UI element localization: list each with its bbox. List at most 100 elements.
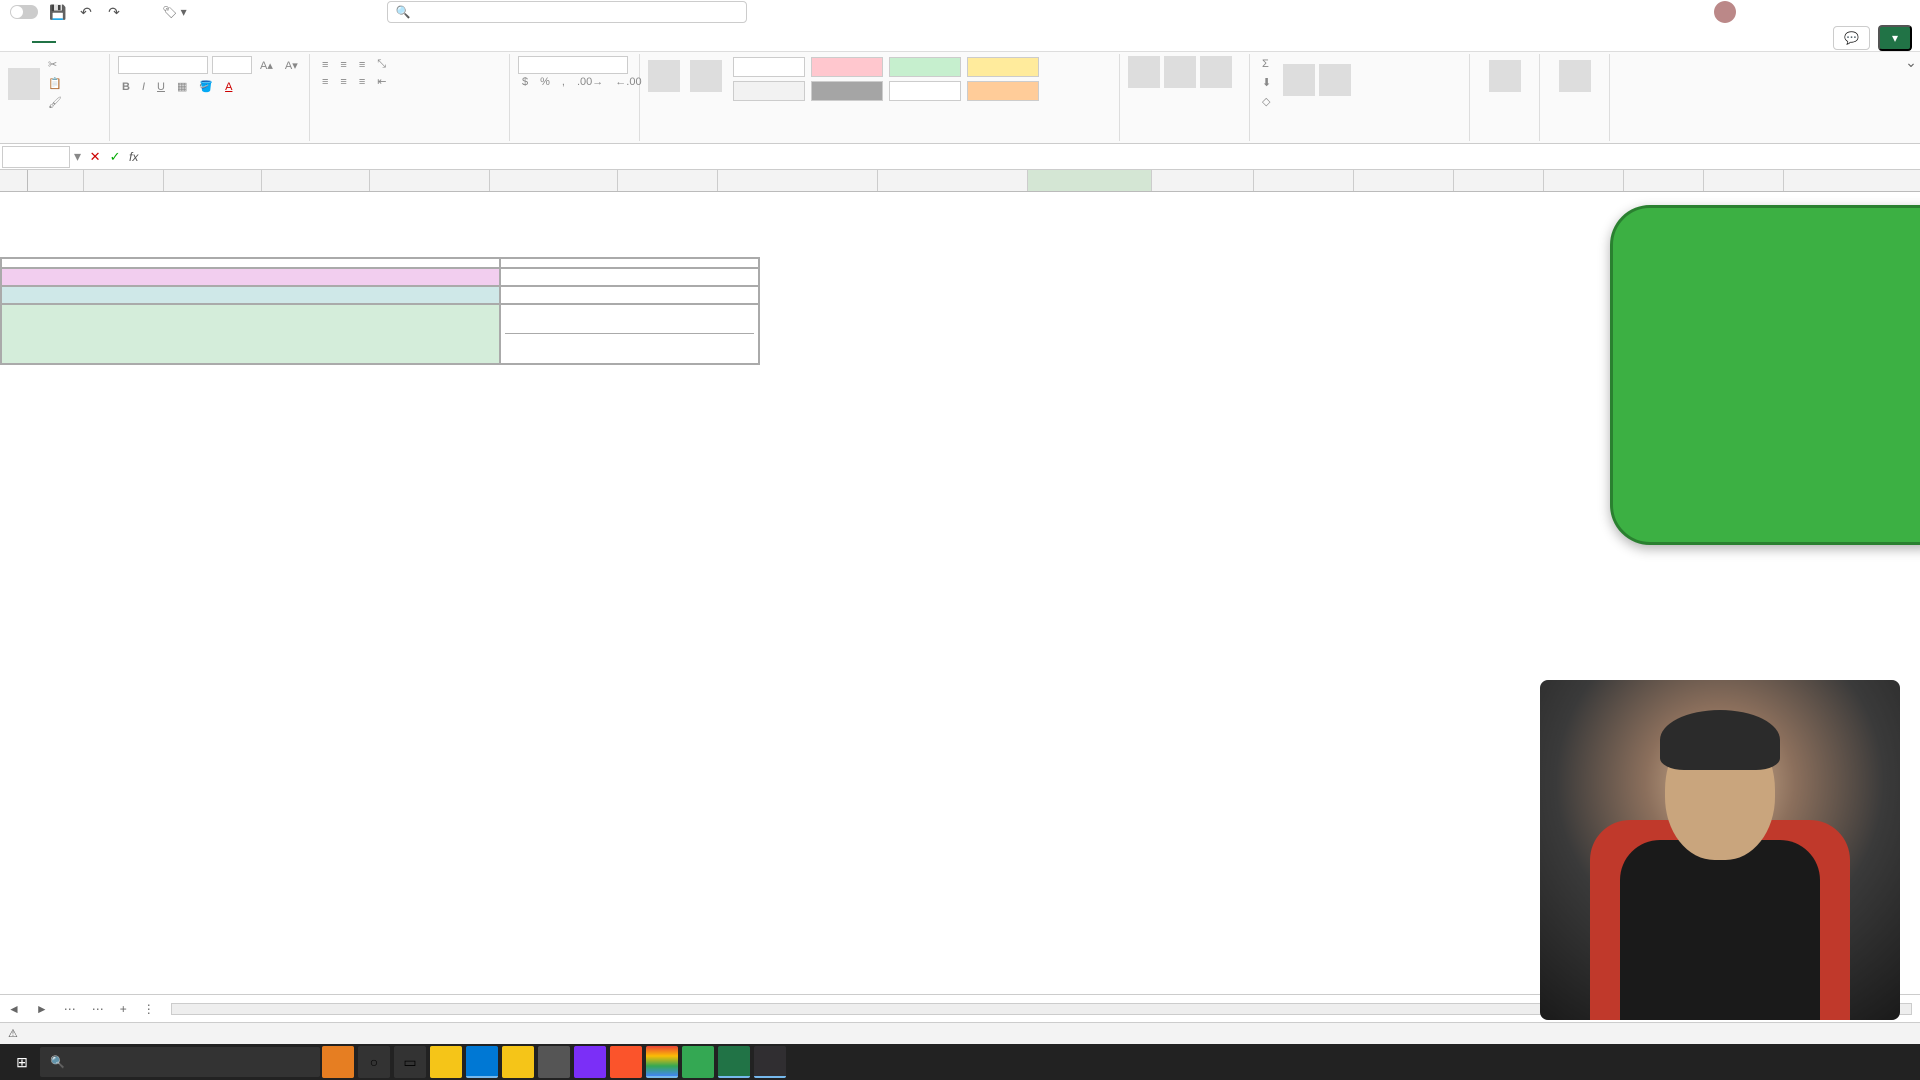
clear-button[interactable]: ◇ bbox=[1258, 93, 1279, 110]
conditional-formatting-icon[interactable] bbox=[648, 60, 680, 92]
formula-1[interactable] bbox=[500, 268, 759, 286]
tab-formulas[interactable] bbox=[104, 34, 128, 42]
taskbar-taskview-icon[interactable]: ▭ bbox=[394, 1046, 426, 1078]
autosum-button[interactable]: Σ bbox=[1258, 56, 1279, 72]
redo-icon[interactable]: ↷ bbox=[104, 2, 124, 22]
tab-automate[interactable] bbox=[200, 34, 224, 42]
cancel-formula-icon[interactable]: ✕ bbox=[85, 149, 105, 165]
taskbar-brave-icon[interactable] bbox=[610, 1046, 642, 1078]
start-button[interactable]: ⊞ bbox=[4, 1046, 40, 1078]
format-table-icon[interactable] bbox=[690, 60, 722, 92]
find-select-icon[interactable] bbox=[1319, 64, 1351, 96]
increase-font-icon[interactable]: A▴ bbox=[256, 57, 277, 74]
taskbar-store-icon[interactable] bbox=[538, 1046, 570, 1078]
enter-formula-icon[interactable]: ✓ bbox=[105, 149, 125, 165]
indent-dec-icon[interactable]: ⇤ bbox=[373, 73, 390, 90]
align-top-icon[interactable]: ≡ bbox=[318, 57, 332, 73]
close-button[interactable] bbox=[1886, 1, 1916, 21]
tab-help[interactable] bbox=[224, 34, 248, 42]
share-button[interactable]: ▾ bbox=[1878, 25, 1912, 51]
taskbar-app-1[interactable] bbox=[322, 1046, 354, 1078]
style-good[interactable] bbox=[889, 57, 961, 77]
delete-cells-icon[interactable] bbox=[1164, 56, 1196, 88]
align-bot-icon[interactable]: ≡ bbox=[355, 57, 369, 73]
name-box[interactable] bbox=[2, 146, 70, 168]
col-header-D[interactable] bbox=[262, 170, 370, 191]
inc-decimal-icon[interactable]: .00→ bbox=[573, 74, 607, 90]
font-name-select[interactable] bbox=[118, 56, 208, 74]
addins-icon[interactable] bbox=[1559, 60, 1591, 92]
col-header-K[interactable] bbox=[1152, 170, 1254, 191]
decrease-font-icon[interactable]: A▾ bbox=[281, 57, 302, 74]
comma-icon[interactable]: , bbox=[558, 74, 569, 90]
align-right-icon[interactable]: ≡ bbox=[355, 74, 369, 90]
new-sheet-icon[interactable]: + bbox=[112, 1002, 135, 1016]
paste-icon[interactable] bbox=[8, 68, 40, 100]
style-neutral[interactable] bbox=[967, 57, 1039, 77]
accessibility-status[interactable]: ⚠ bbox=[8, 1027, 18, 1040]
maximize-button[interactable] bbox=[1836, 1, 1866, 21]
col-header-Q[interactable] bbox=[1704, 170, 1784, 191]
name-box-dropdown-icon[interactable]: ▾ bbox=[70, 148, 85, 165]
font-size-select[interactable] bbox=[212, 56, 252, 74]
border-button[interactable]: ▦ bbox=[173, 78, 191, 95]
fill-button[interactable]: ⬇ bbox=[1258, 74, 1279, 91]
orientation-icon[interactable]: ⤡ bbox=[373, 56, 390, 73]
taskbar-media-icon[interactable] bbox=[574, 1046, 606, 1078]
autosave-toggle[interactable] bbox=[10, 5, 38, 19]
style-input[interactable] bbox=[967, 81, 1039, 101]
formula-2[interactable] bbox=[500, 286, 759, 304]
sheet-more-icon[interactable]: ⋯ bbox=[84, 1002, 112, 1016]
col-header-E[interactable] bbox=[370, 170, 490, 191]
taskbar-files-icon[interactable] bbox=[502, 1046, 534, 1078]
col-header-F[interactable] bbox=[490, 170, 618, 191]
style-normal[interactable] bbox=[733, 57, 805, 77]
col-header-O[interactable] bbox=[1544, 170, 1624, 191]
formula-input[interactable] bbox=[142, 146, 1920, 168]
underline-button[interactable]: U bbox=[153, 79, 169, 95]
sheet-nav-prev-icon[interactable]: ◄ bbox=[0, 1002, 28, 1016]
tab-insert[interactable] bbox=[56, 34, 80, 42]
col-header-H[interactable] bbox=[718, 170, 878, 191]
align-center-icon[interactable]: ≡ bbox=[336, 74, 350, 90]
col-header-C[interactable] bbox=[164, 170, 262, 191]
taskbar-app-green[interactable] bbox=[682, 1046, 714, 1078]
wrap-text-button[interactable] bbox=[394, 63, 402, 67]
taskbar-obs-icon[interactable] bbox=[754, 1046, 786, 1078]
user-avatar[interactable] bbox=[1714, 1, 1736, 23]
fill-color-button[interactable]: 🪣 bbox=[195, 78, 217, 95]
fx-icon[interactable]: fx bbox=[129, 150, 138, 164]
taskbar-search[interactable]: 🔍 bbox=[40, 1047, 320, 1077]
align-left-icon[interactable]: ≡ bbox=[318, 74, 332, 90]
select-all-corner[interactable] bbox=[0, 170, 28, 191]
taskbar-excel-icon[interactable] bbox=[718, 1046, 750, 1078]
col-header-P[interactable] bbox=[1624, 170, 1704, 191]
percent-icon[interactable]: % bbox=[536, 74, 554, 90]
tab-pagelayout[interactable] bbox=[80, 34, 104, 42]
cut-button[interactable]: ✂ bbox=[44, 56, 70, 73]
minimize-button[interactable] bbox=[1786, 1, 1816, 21]
format-cells-icon[interactable] bbox=[1200, 56, 1232, 88]
sensitivity-label[interactable]: 🏷 ▾ bbox=[162, 5, 187, 19]
col-header-M[interactable] bbox=[1354, 170, 1454, 191]
taskbar-cortana-icon[interactable]: ○ bbox=[358, 1046, 390, 1078]
sensitivity-icon[interactable] bbox=[1489, 60, 1521, 92]
col-header-A[interactable] bbox=[28, 170, 84, 191]
style-bad[interactable] bbox=[811, 57, 883, 77]
tab-review[interactable] bbox=[152, 34, 176, 42]
align-mid-icon[interactable]: ≡ bbox=[336, 57, 350, 73]
format-painter-button[interactable]: 🖌 bbox=[44, 94, 70, 111]
col-header-B[interactable] bbox=[84, 170, 164, 191]
col-header-L[interactable] bbox=[1254, 170, 1354, 191]
number-format-select[interactable] bbox=[518, 56, 628, 74]
undo-icon[interactable]: ↶ bbox=[76, 2, 96, 22]
style-explanatory[interactable] bbox=[889, 81, 961, 101]
insert-cells-icon[interactable] bbox=[1128, 56, 1160, 88]
style-check-cell[interactable] bbox=[811, 81, 883, 101]
tab-view[interactable] bbox=[176, 34, 200, 42]
taskbar-mail-icon[interactable] bbox=[466, 1046, 498, 1078]
col-header-J[interactable] bbox=[1028, 170, 1152, 191]
sheet-menu-icon[interactable]: ⋮ bbox=[135, 1002, 163, 1016]
merge-button[interactable] bbox=[394, 80, 402, 84]
col-header-G[interactable] bbox=[618, 170, 718, 191]
